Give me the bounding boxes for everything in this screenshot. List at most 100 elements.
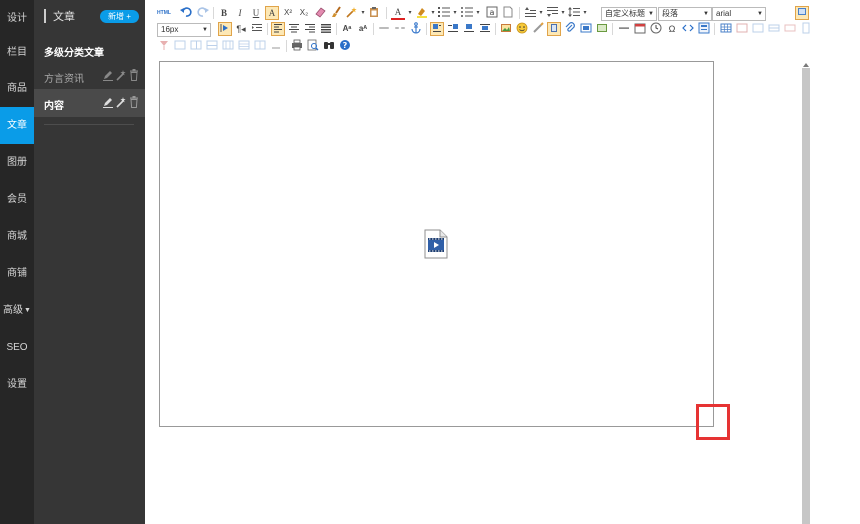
nav-item-label: 图册 <box>7 157 27 168</box>
subscript-button[interactable]: X₂ <box>297 6 311 20</box>
split-rows-icon[interactable] <box>237 39 251 53</box>
nav-item[interactable]: 文章 <box>0 107 34 144</box>
underline-button[interactable]: U <box>249 6 263 20</box>
image-float-right-icon[interactable] <box>446 22 460 36</box>
align-left-icon[interactable] <box>271 22 285 36</box>
insert-video-icon[interactable] <box>547 22 561 36</box>
html-source-icon[interactable]: HTML <box>157 6 171 20</box>
select-all-icon[interactable]: a <box>485 6 499 20</box>
template-icon[interactable] <box>697 22 711 36</box>
image-gallery-icon[interactable] <box>595 22 609 36</box>
uppercase-icon[interactable]: Aᵃ <box>340 22 354 36</box>
edit-icon[interactable] <box>103 69 113 81</box>
insert-frame-icon[interactable] <box>579 22 593 36</box>
nav-item-label: 商铺 <box>7 268 27 279</box>
align-justify-icon[interactable] <box>319 22 333 36</box>
eraser-icon[interactable] <box>313 6 327 20</box>
attachment-icon[interactable] <box>563 22 577 36</box>
nav-item[interactable]: 设计 <box>0 0 34 37</box>
insert-paragraph-before-table-icon[interactable] <box>751 22 765 36</box>
chevron-down-icon: ▼ <box>202 27 208 33</box>
unlink-icon[interactable] <box>393 22 407 36</box>
rtl-direction-icon[interactable]: ¶◂ <box>234 22 248 36</box>
time-icon[interactable] <box>649 22 663 36</box>
scrawl-icon[interactable] <box>531 22 545 36</box>
fullscreen-icon[interactable] <box>795 6 809 20</box>
superscript-button[interactable]: X² <box>281 6 295 20</box>
print-icon[interactable] <box>290 39 304 53</box>
indent-icon[interactable] <box>250 22 264 36</box>
link-icon[interactable] <box>377 22 391 36</box>
image-center-icon[interactable] <box>462 22 476 36</box>
nav-item[interactable]: SEO <box>0 329 34 366</box>
unordered-list-dropdown-icon[interactable]: ▾ <box>471 6 485 20</box>
nav-item[interactable]: 栏目 <box>0 34 34 71</box>
insert-row-icon[interactable] <box>767 22 781 36</box>
delete-table-icon[interactable] <box>735 22 749 36</box>
paste-text-icon[interactable] <box>367 6 381 20</box>
heading-select[interactable]: 自定义标题 ▼ <box>601 7 657 21</box>
font-border-button[interactable]: A <box>265 6 279 20</box>
magic-wand-icon[interactable] <box>116 69 126 81</box>
nav-item[interactable]: 高级▼ <box>0 292 34 329</box>
format-brush-icon[interactable] <box>329 6 343 20</box>
nav-item[interactable]: 商城 <box>0 218 34 255</box>
paragraph-select[interactable]: 段落 ▼ <box>658 7 712 21</box>
special-chars-icon[interactable]: Ω <box>665 22 679 36</box>
help-icon[interactable]: ? <box>338 39 352 53</box>
delete-col-icon[interactable] <box>157 39 171 53</box>
anchor-icon[interactable] <box>409 22 423 36</box>
image-none-icon[interactable] <box>478 22 492 36</box>
search-replace-icon[interactable] <box>322 39 336 53</box>
video-file-icon[interactable] <box>424 229 448 259</box>
lowercase-icon[interactable]: aᴬ <box>356 22 370 36</box>
nav-item[interactable]: 设置 <box>0 366 34 403</box>
nav-item[interactable]: 商品 <box>0 70 34 107</box>
nav-item[interactable]: 商铺 <box>0 255 34 292</box>
image-float-left-icon[interactable] <box>430 22 444 36</box>
insert-image-icon[interactable] <box>499 22 513 36</box>
split-cells-icon[interactable] <box>221 39 235 53</box>
category-item-selected[interactable]: 内容 <box>34 89 145 117</box>
insert-table-icon[interactable] <box>719 22 733 36</box>
undo-icon[interactable] <box>179 6 193 20</box>
scroll-up-arrow-icon[interactable] <box>802 58 810 67</box>
edit-icon[interactable] <box>103 96 113 108</box>
bold-button[interactable]: B <box>217 6 231 20</box>
scrollbar-thumb[interactable] <box>802 68 810 524</box>
line-height-dropdown-icon[interactable]: ▾ <box>578 6 592 20</box>
nav-item-label: 栏目 <box>7 47 27 58</box>
font-size-select[interactable]: 16px ▼ <box>157 23 211 37</box>
resize-handle-highlight[interactable] <box>696 404 730 440</box>
merge-cells-icon[interactable] <box>173 39 187 53</box>
magic-wand-icon[interactable] <box>116 96 126 108</box>
align-right-icon[interactable] <box>303 22 317 36</box>
insert-col-icon[interactable] <box>799 22 813 36</box>
category-item[interactable]: 方言资讯 <box>34 62 145 90</box>
redo-icon[interactable] <box>196 6 210 20</box>
italic-button[interactable]: I <box>233 6 247 20</box>
clear-doc-icon[interactable] <box>501 6 515 20</box>
add-button[interactable]: 新增 + <box>100 10 139 23</box>
emotion-icon[interactable] <box>515 22 529 36</box>
merge-down-icon[interactable] <box>205 39 219 53</box>
delete-icon[interactable] <box>129 96 139 108</box>
delete-row-icon[interactable] <box>783 22 797 36</box>
table-properties-icon[interactable] <box>269 39 283 53</box>
code-icon[interactable] <box>681 22 695 36</box>
nav-item[interactable]: 图册 <box>0 144 34 181</box>
align-center-icon[interactable] <box>287 22 301 36</box>
date-icon[interactable] <box>633 22 647 36</box>
category-label: 内容 <box>44 101 64 112</box>
merge-right-icon[interactable] <box>189 39 203 53</box>
svg-text:a: a <box>490 8 495 17</box>
split-cols-icon[interactable] <box>253 39 267 53</box>
delete-icon[interactable] <box>129 69 139 81</box>
font-family-select[interactable]: arial ▼ <box>712 7 766 21</box>
toolbar-separator <box>714 23 715 35</box>
preview-icon[interactable] <box>306 39 320 53</box>
nav-item[interactable]: 会员 <box>0 181 34 218</box>
ltr-direction-icon[interactable] <box>218 22 232 36</box>
horizontal-rule-icon[interactable] <box>617 22 631 36</box>
category-actions <box>103 69 139 81</box>
